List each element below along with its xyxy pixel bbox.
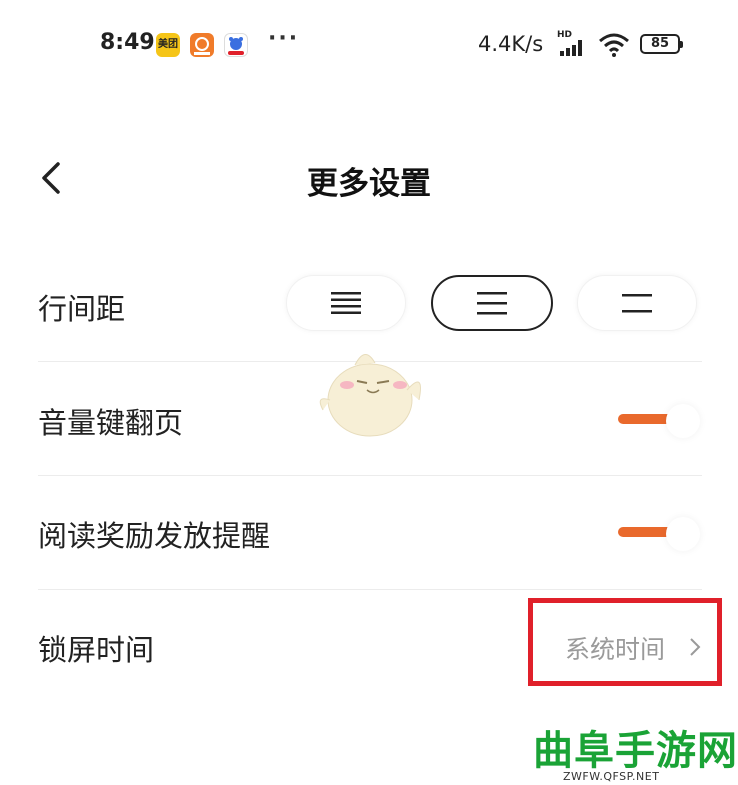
page-title: 更多设置 [307, 166, 431, 202]
divider [38, 589, 702, 590]
more-notifications-icon: ··· [268, 26, 300, 51]
network-speed: 4.4K/s [478, 32, 544, 56]
toggle-knob [666, 404, 700, 438]
line-spacing-loose-option[interactable] [577, 275, 697, 331]
lock-screen-time-label: 锁屏时间 [38, 633, 155, 667]
battery-icon: 85 [640, 34, 683, 54]
hd-label: HD [557, 30, 573, 40]
wifi-icon [598, 33, 630, 61]
meituan-icon: 美团 [156, 33, 180, 57]
annotation-highlight-box [528, 598, 722, 686]
line-spacing-label: 行间距 [38, 292, 126, 326]
reading-reward-reminder-label: 阅读奖励发放提醒 [38, 519, 271, 553]
uc-browser-icon [190, 33, 214, 57]
dense-lines-icon [331, 292, 361, 314]
divider [38, 475, 702, 476]
reading-reward-reminder-toggle[interactable] [618, 517, 708, 551]
loose-lines-icon [622, 294, 652, 313]
line-spacing-dense-option[interactable] [286, 275, 406, 331]
toggle-knob [666, 517, 700, 551]
normal-lines-icon [477, 292, 507, 315]
volume-key-page-label: 音量键翻页 [38, 406, 184, 440]
mascot-sticker-icon [319, 354, 421, 437]
volume-key-page-toggle[interactable] [618, 404, 708, 438]
signal-icon [560, 40, 590, 56]
baidu-app-icon [224, 33, 248, 57]
watermark-title: 曲阜手游网 [533, 727, 738, 774]
watermark-url: ZWFW.QFSP.NET [563, 770, 660, 783]
status-bar: 8:49 美团 ··· 4.4K/s HD 85 [0, 0, 738, 90]
line-spacing-normal-option[interactable] [431, 275, 553, 331]
status-time: 8:49 [100, 30, 155, 55]
